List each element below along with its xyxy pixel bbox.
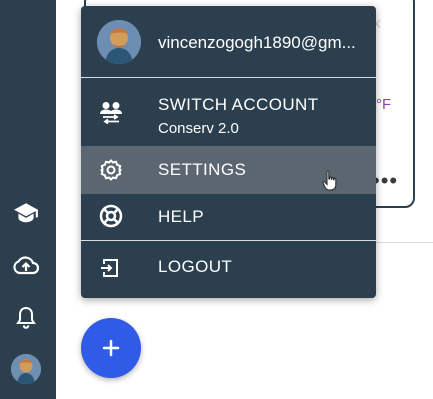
graduation-cap-icon[interactable] — [12, 199, 40, 227]
switch-account-label: SWITCH ACCOUNT — [158, 95, 319, 114]
settings-label: SETTINGS — [158, 160, 247, 179]
account-email: vincenzogogh1890@gm... — [158, 33, 356, 52]
logout-menu-item[interactable]: LOGOUT — [81, 241, 376, 298]
help-menu-item[interactable]: HELP — [81, 194, 376, 240]
logout-label: LOGOUT — [158, 257, 233, 276]
current-workspace-label: Conserv 2.0 — [158, 120, 239, 137]
cloud-upload-icon[interactable] — [12, 252, 40, 280]
background-temperature-text: °F — [376, 96, 392, 113]
left-sidebar — [0, 0, 56, 399]
help-label: HELP — [158, 207, 205, 226]
account-header: vincenzogogh1890@gm... — [81, 6, 376, 77]
bell-icon[interactable] — [12, 304, 40, 332]
switch-account-icon — [98, 99, 124, 125]
switch-account-menu-item[interactable]: SWITCH ACCOUNT Conserv 2.0 — [81, 78, 376, 146]
account-avatar — [97, 20, 141, 64]
plus-icon — [102, 339, 120, 357]
hand-cursor-icon — [322, 170, 338, 191]
help-lifebuoy-icon — [98, 203, 124, 229]
app-page: × °F ••• vincenzogogh1890@gm... SWITCH A… — [0, 0, 433, 399]
sidebar-avatar[interactable] — [11, 354, 41, 384]
logout-icon — [98, 255, 124, 281]
add-button[interactable] — [81, 318, 141, 378]
gear-icon — [98, 157, 124, 183]
account-dropdown-menu: vincenzogogh1890@gm... SWITCH ACCOUNT Co… — [81, 6, 376, 298]
